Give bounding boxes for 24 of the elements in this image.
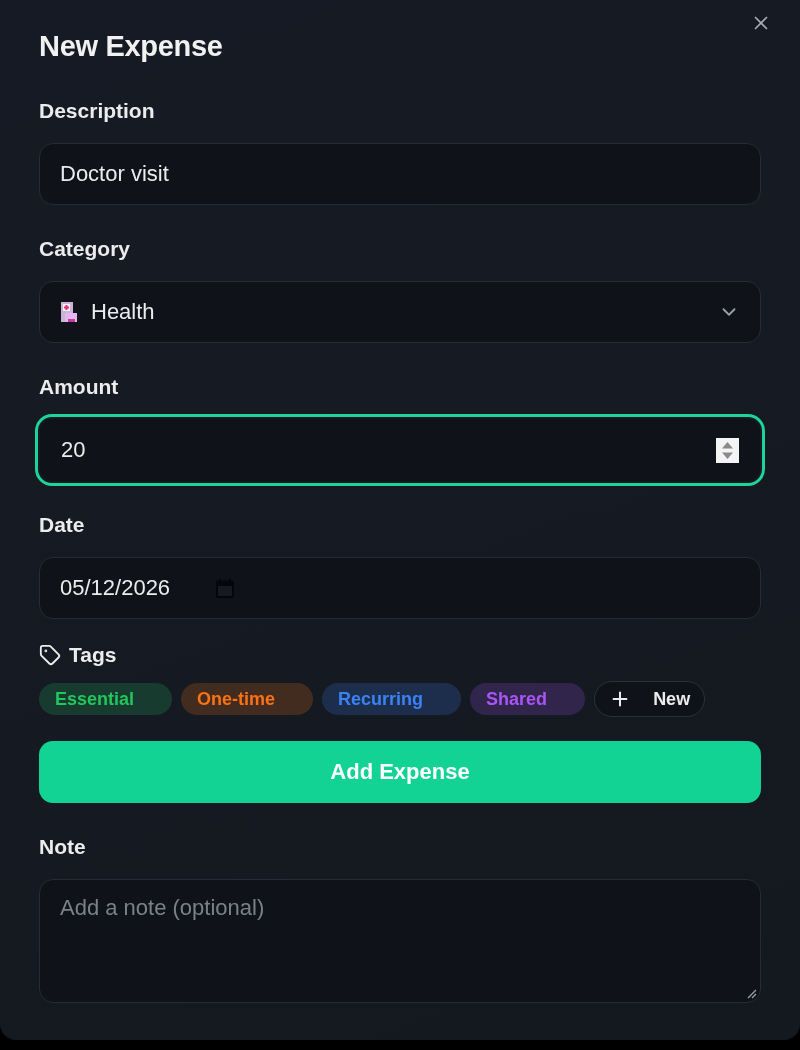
date-value: 05/12/2026 <box>60 575 171 601</box>
tag-chip[interactable]: Shared <box>470 683 586 715</box>
tag-chip[interactable]: Essential <box>39 683 173 715</box>
dialog-title: New Expense <box>39 29 223 64</box>
tag-icon <box>39 644 61 666</box>
field-label: Amount <box>39 375 120 399</box>
new-tag-button[interactable]: New <box>594 681 706 717</box>
field-label: Date <box>39 513 86 537</box>
hospital-icon <box>60 301 78 323</box>
tag-chip[interactable]: Recurring <box>322 683 462 715</box>
field-label: Description <box>39 99 156 123</box>
tags-label: Tags <box>69 643 117 667</box>
field-label: Category <box>39 237 132 261</box>
field-label: Note <box>39 835 87 859</box>
stepper-icon[interactable] <box>716 437 739 463</box>
category-select[interactable]: Health <box>39 281 761 343</box>
date-input-field[interactable]: 05/12/2026 <box>39 557 761 619</box>
resize-grip-icon <box>745 987 757 999</box>
select-value: Health <box>91 299 155 325</box>
text-input-field[interactable]: Doctor visit <box>39 143 761 205</box>
number-input-field[interactable]: 20 <box>35 414 765 486</box>
tag-chip[interactable]: One-time <box>181 683 314 715</box>
number-value: 20 <box>61 437 86 463</box>
note-textarea[interactable]: Add a note (optional) <box>39 879 761 1003</box>
